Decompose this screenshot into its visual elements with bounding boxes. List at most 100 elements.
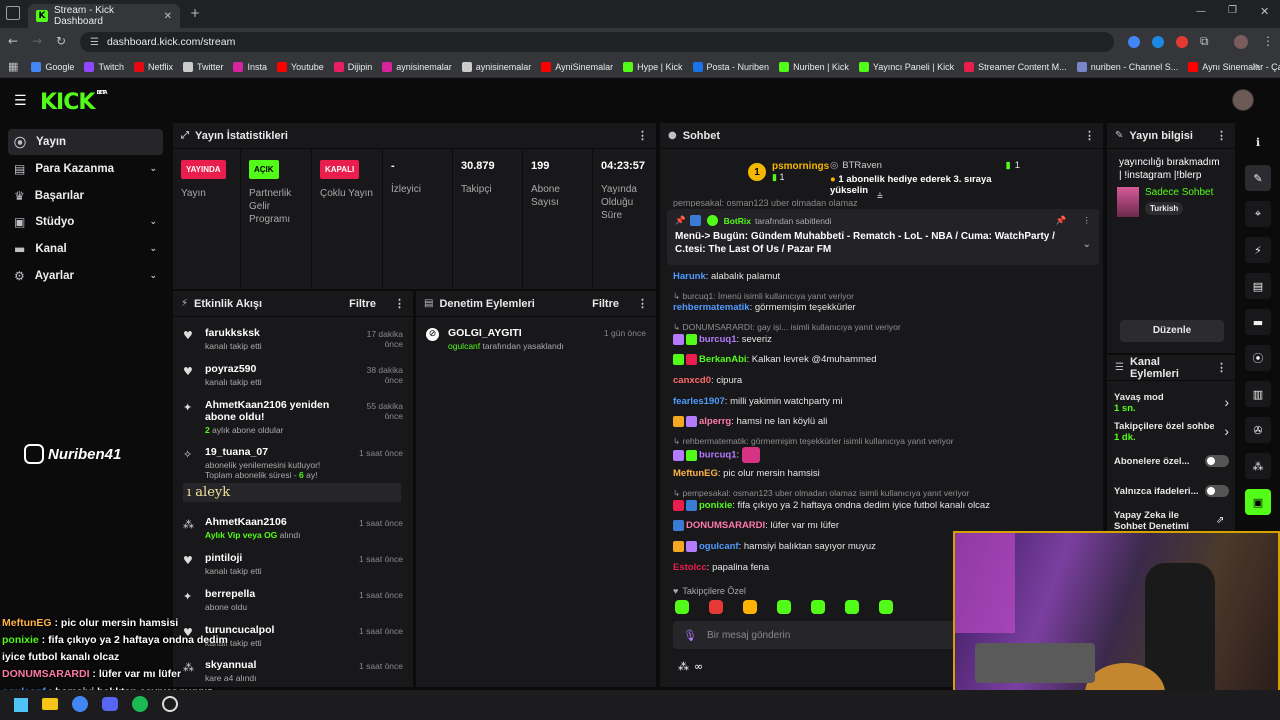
moderation-filter-button[interactable]: Filtre	[592, 298, 619, 310]
external-link-icon[interactable]: ⇗	[1216, 515, 1224, 526]
obs-icon[interactable]	[162, 696, 178, 712]
extensions-puzzle-icon[interactable]: ⧉	[1200, 34, 1209, 49]
browser-tab[interactable]: K Stream - Kick Dashboard ✕	[28, 4, 180, 28]
chevron-down-icon[interactable]: ⌄	[1083, 239, 1091, 250]
chat-username[interactable]: burcuq1	[699, 334, 736, 345]
sidebar-item-yayin[interactable]: ⦿ Yayın	[8, 129, 163, 155]
broadcast-icon[interactable]: ⦿	[1245, 345, 1271, 371]
chat-username[interactable]: DONUMSARARDI	[686, 520, 765, 531]
chat-username[interactable]: ogulcanf	[699, 541, 739, 552]
settings-icon[interactable]: ⁂	[678, 660, 689, 673]
sidebar-item-basarilar[interactable]: ♛ Başarılar	[8, 183, 163, 209]
activity-more-icon[interactable]: ⋮	[394, 297, 405, 310]
tab-close-icon[interactable]: ✕	[164, 11, 172, 22]
bookmark-item[interactable]: aynisinemalar	[377, 61, 457, 72]
tab-search-icon[interactable]	[6, 6, 20, 20]
extension-shield-icon[interactable]	[1128, 36, 1140, 48]
chat-username[interactable]: Estolcc	[673, 562, 707, 573]
kick-app-icon[interactable]: ▣	[1245, 489, 1271, 515]
emote-icon[interactable]	[675, 600, 689, 614]
emote-icon[interactable]	[811, 600, 825, 614]
chat-username[interactable]: fearles1907	[673, 396, 725, 407]
file-explorer-icon[interactable]	[42, 698, 58, 710]
bookmark-item[interactable]: Yayıncı Paneli | Kick	[854, 61, 959, 72]
chat-more-icon[interactable]: ⋮	[1084, 129, 1095, 142]
bookmark-item[interactable]: Twitch	[79, 61, 129, 72]
emotes-only-toggle[interactable]	[1205, 485, 1229, 497]
window-close-icon[interactable]: ✕	[1260, 5, 1269, 18]
emote-icon[interactable]	[777, 600, 791, 614]
extension-red-icon[interactable]	[1176, 36, 1188, 48]
chat-username[interactable]: MeftunEG	[673, 468, 718, 479]
followers-only-action[interactable]: Takipçilere özel sohbet 1 dk. ›	[1114, 421, 1229, 443]
chat-username[interactable]: BerkanAbi	[699, 354, 747, 365]
bookmark-item[interactable]: Google	[26, 61, 79, 72]
chat-username[interactable]: alperrg	[699, 416, 731, 427]
wrench-icon[interactable]: ✇	[1245, 417, 1271, 443]
edit-icon[interactable]: ✎	[1245, 165, 1271, 191]
subscribers-only-toggle[interactable]	[1205, 455, 1229, 467]
forward-icon[interactable]: →	[32, 34, 42, 48]
info-icon[interactable]: ℹ	[1245, 129, 1271, 155]
minimize-icon[interactable]: —	[1196, 6, 1206, 17]
chrome-icon[interactable]	[72, 696, 88, 712]
chat-username[interactable]: rehbermatematik	[673, 302, 750, 313]
bookmark-item[interactable]: Netflix	[129, 61, 178, 72]
bookmark-item[interactable]: Streamer Content M...	[959, 61, 1072, 72]
activity-filter-button[interactable]: Filtre	[349, 298, 376, 310]
category-name[interactable]: Sadece Sohbet	[1145, 187, 1213, 198]
user-avatar[interactable]	[1232, 89, 1254, 111]
maximize-icon[interactable]: ❐	[1228, 5, 1237, 16]
bookmarks-more-icon[interactable]: »	[1252, 59, 1259, 73]
bookmark-item[interactable]: AyniSinemalar	[536, 61, 618, 72]
target-icon[interactable]: ⌖	[1245, 201, 1271, 227]
bookmark-item[interactable]: Youtube	[272, 61, 329, 72]
share-icon[interactable]: ⁂	[1245, 453, 1271, 479]
spotify-icon[interactable]	[132, 696, 148, 712]
windows-start-icon[interactable]	[14, 698, 28, 712]
chat-username[interactable]: canxcd0	[673, 375, 711, 386]
sidebar-item-studyo[interactable]: ▣ Stüdyo ⌄	[8, 209, 163, 235]
chat-username[interactable]: Harunk	[673, 271, 706, 282]
channel-actions-more-icon[interactable]: ⋮	[1216, 361, 1227, 374]
apps-grid-icon[interactable]: ▦	[8, 60, 26, 73]
chat-icon[interactable]: ▬	[1245, 309, 1271, 335]
emote-icon[interactable]	[709, 600, 723, 614]
browser-menu-icon[interactable]: ⋮	[1262, 34, 1274, 48]
document-icon[interactable]: ▤	[1245, 273, 1271, 299]
ai-moderation-action[interactable]: Yapay Zeka ile Sohbet Denetimi	[1114, 510, 1206, 532]
reload-icon[interactable]: ↻	[56, 34, 66, 48]
unpin-icon[interactable]: 📌	[1056, 215, 1067, 226]
emote-icon[interactable]	[845, 600, 859, 614]
extension-globe-icon[interactable]	[1152, 36, 1164, 48]
bookmark-item[interactable]: Aynı Sinemalar - Ça...	[1183, 61, 1280, 72]
bookmark-item[interactable]: Insta	[228, 61, 272, 72]
discord-icon[interactable]	[102, 697, 118, 711]
bookmark-item[interactable]: Posta - Nuriben	[688, 61, 775, 72]
emote-icon[interactable]	[879, 600, 893, 614]
sidebar-item-ayarlar[interactable]: ⚙ Ayarlar ⌄	[8, 263, 163, 289]
kick-logo[interactable]: KICK BETA	[40, 90, 108, 115]
site-info-icon[interactable]: ☰	[90, 37, 99, 48]
sidebar-item-para-kazanma[interactable]: ▤ Para Kazanma ⌄	[8, 156, 163, 182]
bookmark-item[interactable]: Twitter	[178, 61, 229, 72]
bookmark-item[interactable]: Dijipin	[329, 61, 378, 72]
chat-username[interactable]: ponixie	[699, 500, 732, 511]
layers-icon[interactable]: ▥	[1245, 381, 1271, 407]
back-icon[interactable]: ←	[8, 34, 18, 48]
bookmark-item[interactable]: Nuriben | Kick	[774, 61, 854, 72]
bookmark-item[interactable]: nuriben - Channel S...	[1072, 61, 1184, 72]
bookmark-item[interactable]: aynisinemalar	[457, 61, 537, 72]
sidebar-item-kanal[interactable]: ▬ Kanal ⌄	[8, 236, 163, 262]
emote-icon[interactable]	[743, 600, 757, 614]
edit-button[interactable]: Düzenle	[1120, 320, 1224, 342]
new-tab-icon[interactable]: +	[190, 6, 200, 20]
bookmark-item[interactable]: Hype | Kick	[618, 61, 687, 72]
stats-more-icon[interactable]: ⋮	[637, 129, 648, 142]
infinity-icon[interactable]: ∞	[694, 660, 703, 673]
profile-avatar-icon[interactable]	[1234, 35, 1248, 49]
address-bar[interactable]: ☰ dashboard.kick.com/stream	[80, 32, 1114, 52]
moderation-more-icon[interactable]: ⋮	[637, 297, 648, 310]
mic-icon[interactable]: 🎙	[683, 629, 697, 642]
lightning-icon[interactable]: ⚡	[1245, 237, 1271, 263]
